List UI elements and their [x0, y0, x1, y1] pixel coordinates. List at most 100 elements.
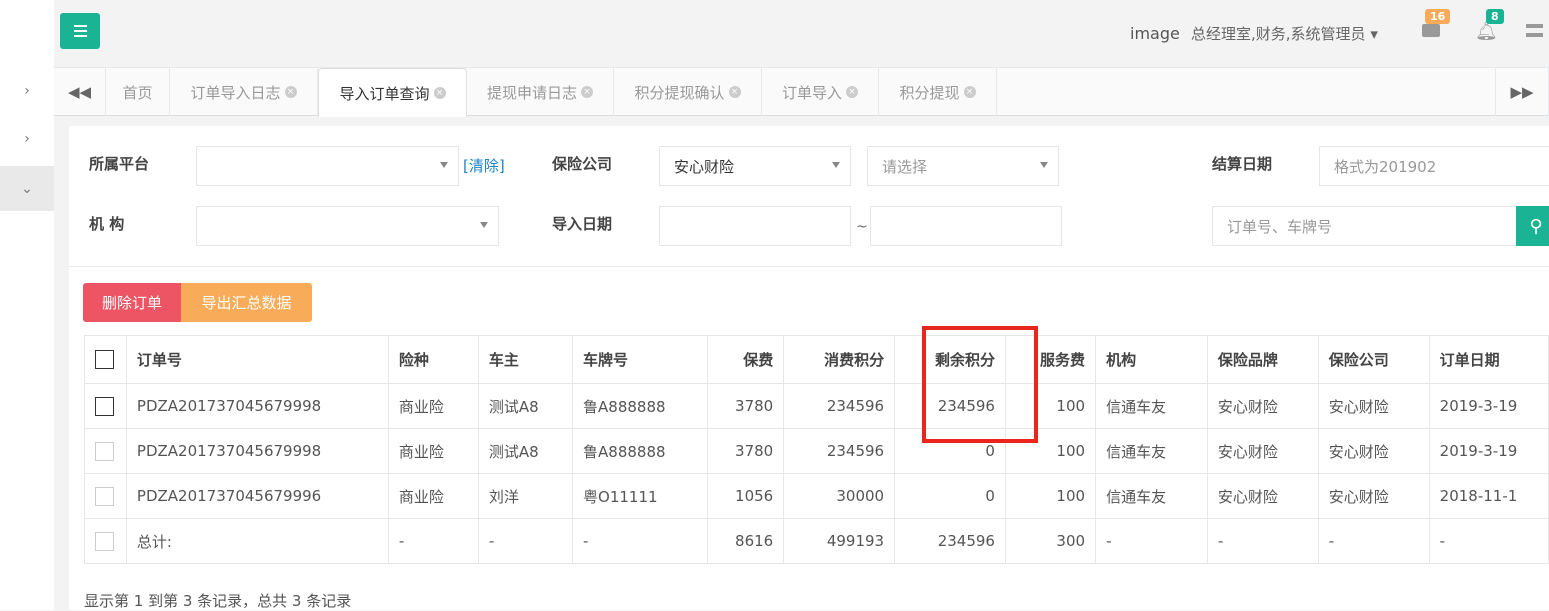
tab-bar: ◀◀ 首页 订单导入日志 × 导入订单查询 × 提现申请日志 × 积分提现确认 × 订单导入 × 积分…	[54, 68, 1549, 117]
close-tab-icon[interactable]: ×	[284, 86, 297, 98]
table-cell: 234596	[783, 383, 896, 429]
tab-0[interactable]: 首页	[106, 68, 170, 116]
clear-link[interactable]: [清除]	[463, 155, 505, 176]
column-header[interactable]: 订单日期	[1428, 335, 1549, 384]
tab-3[interactable]: 提现申请日志 ×	[467, 68, 614, 116]
table-cell: 商业险	[387, 473, 479, 519]
org-label: 机 构	[89, 215, 125, 233]
import-date-start[interactable]	[659, 206, 851, 246]
tab-2[interactable]: 导入订单查询 ×	[318, 68, 467, 117]
table-cell: -	[1317, 518, 1430, 564]
menu-toggle-button[interactable]	[60, 13, 100, 49]
table-cell: 刘洋	[477, 473, 574, 519]
divider	[69, 266, 1549, 267]
close-tab-icon[interactable]: ×	[433, 87, 446, 99]
platform-label: 所属平台	[89, 155, 150, 173]
sub-placeholder: 请选择	[882, 157, 928, 176]
table-cell: 安心财险	[1317, 473, 1430, 519]
orders-table: 订单号 险种 车主 车牌号 保费 消费积分 剩余积分 服务费 机构 保险品牌 保险公司 订单日期 PDZ…	[84, 335, 1549, 564]
table-cell: -	[387, 518, 479, 564]
table-row: PDZA201737045679996 商业险 刘洋 粤O11111 1056 30000…	[84, 473, 1549, 519]
select-all-checkbox[interactable]	[95, 350, 114, 369]
platform-select[interactable]	[196, 146, 459, 186]
chevron-down-icon[interactable]: ⌄	[0, 166, 54, 211]
import-date-end[interactable]	[870, 206, 1062, 246]
close-tab-icon[interactable]: ×	[728, 86, 741, 98]
chevron-right-icon[interactable]: ›	[0, 116, 54, 161]
tab-label: 提现申请日志	[486, 83, 577, 102]
close-tab-icon[interactable]: ×	[581, 86, 593, 98]
tab-6[interactable]: 积分提现 ×	[879, 68, 997, 116]
column-header[interactable]: 保险公司	[1317, 335, 1430, 384]
export-summary-button[interactable]: 导出汇总数据	[181, 283, 312, 322]
row-checkbox[interactable]	[95, 441, 114, 461]
table-cell: PDZA201737045679996	[125, 473, 389, 519]
tab-label: 订单导入	[781, 83, 842, 102]
table-cell: 234596	[894, 518, 1006, 564]
table-cell: 30000	[783, 473, 896, 519]
role-dropdown[interactable]: 总经理室,财务,系统管理员 ▾	[1191, 23, 1378, 44]
tab-4[interactable]: 积分提现确认 ×	[614, 68, 762, 116]
chevron-right-icon[interactable]: ›	[0, 68, 54, 113]
search-button[interactable]: ⚲	[1516, 206, 1549, 246]
settle-date-label: 结算日期	[1212, 155, 1273, 173]
table-cell: 商业险	[387, 383, 479, 429]
column-header[interactable]: 消费积分	[783, 335, 896, 384]
tabs-scroll-left-icon[interactable]: ◀◀	[54, 68, 106, 116]
sidebar: › › ⌄	[0, 0, 54, 610]
column-header[interactable]: 车主	[477, 335, 574, 384]
list-icon[interactable]	[1526, 24, 1543, 37]
column-header[interactable]: 险种	[387, 335, 479, 384]
mail-icon[interactable]	[1422, 24, 1440, 37]
tab-label: 订单导入日志	[190, 83, 281, 102]
table-cell: 商业险	[387, 428, 479, 474]
column-header[interactable]: 订单号	[125, 335, 389, 384]
org-select[interactable]	[196, 206, 499, 246]
search-icon: ⚲	[1529, 215, 1543, 237]
row-checkbox[interactable]	[95, 396, 114, 416]
table-row: PDZA201737045679998 商业险 测试A8 鲁A888888 3780 23…	[84, 383, 1549, 429]
table-cell: 信通车友	[1095, 473, 1208, 519]
table-cell: 信通车友	[1095, 428, 1208, 474]
bell-badge: 8	[1486, 9, 1504, 24]
column-header[interactable]: 机构	[1095, 335, 1208, 384]
table-cell: 测试A8	[477, 428, 574, 474]
delete-order-button[interactable]: 删除订单	[83, 283, 181, 322]
table-cell: 300	[1004, 518, 1097, 564]
insurer-select[interactable]: 安心财险	[659, 146, 851, 186]
column-header[interactable]: 车牌号	[572, 335, 708, 384]
tab-label: 首页	[122, 83, 153, 102]
tab-1[interactable]: 订单导入日志 ×	[170, 68, 318, 116]
user-name: image	[1130, 24, 1180, 43]
mail-badge: 16	[1425, 9, 1451, 24]
close-tab-icon[interactable]: ×	[846, 86, 858, 98]
search-input[interactable]: 订单号、车牌号	[1212, 206, 1517, 246]
bell-icon[interactable]: 🔔︎	[1475, 21, 1498, 42]
column-header[interactable]: 保费	[706, 335, 785, 384]
table-cell: 总计:	[125, 518, 389, 564]
sub-select[interactable]: 请选择	[867, 146, 1059, 186]
table-cell: 2019-3-19	[1428, 383, 1549, 429]
table-cell: 安心财险	[1317, 428, 1430, 474]
search-placeholder: 订单号、车牌号	[1227, 217, 1333, 236]
table-cell: 鲁A888888	[572, 383, 708, 429]
row-checkbox[interactable]	[95, 531, 114, 551]
highlight-box	[922, 326, 1038, 443]
table-cell: 安心财险	[1317, 383, 1430, 429]
insurer-value: 安心财险	[674, 157, 735, 176]
settle-date-input[interactable]: 格式为201902	[1319, 146, 1549, 186]
tab-label: 积分提现	[899, 83, 960, 102]
table-cell: 3780	[706, 383, 785, 429]
column-header[interactable]: 保险品牌	[1206, 335, 1319, 384]
close-tab-icon[interactable]: ×	[963, 86, 976, 98]
row-checkbox[interactable]	[95, 486, 114, 506]
tab-label: 积分提现确认	[634, 83, 725, 102]
select-all-cell	[84, 335, 127, 384]
table-row: PDZA201737045679998 商业险 测试A8 鲁A888888 3780 23…	[84, 428, 1549, 474]
table-cell: 2019-3-19	[1428, 428, 1549, 474]
table-cell: 2018-11-1	[1428, 473, 1549, 519]
table-cell: 499193	[783, 518, 896, 564]
table-cell: 3780	[706, 428, 785, 474]
tabs-scroll-right-icon[interactable]: ▶▶	[1495, 68, 1549, 116]
tab-5[interactable]: 订单导入 ×	[762, 68, 879, 116]
